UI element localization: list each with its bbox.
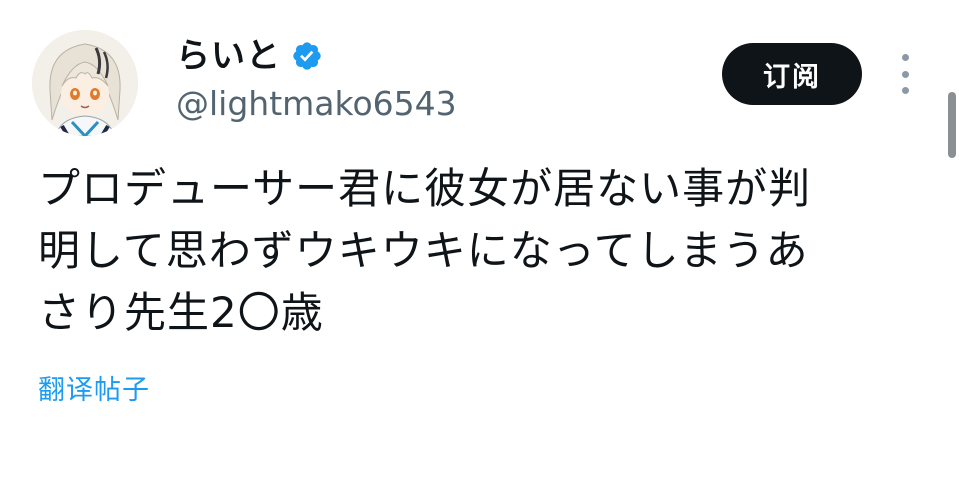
tweet-line: さり先生2〇歳	[38, 288, 324, 337]
subscribe-button[interactable]: 订阅	[722, 43, 862, 105]
anime-character-avatar-icon	[32, 30, 138, 136]
display-name[interactable]: らいと	[176, 32, 281, 80]
tweet-line: 明して思わずウキウキになってしまうあ	[38, 226, 809, 275]
more-dot	[901, 54, 909, 61]
tweet-line: プロデューサー君に彼女が居ない事が判	[38, 164, 812, 213]
translate-post-link[interactable]: 翻译帖子	[38, 372, 150, 410]
verified-badge-icon	[291, 40, 323, 72]
display-name-row[interactable]: らいと	[176, 32, 323, 80]
avatar[interactable]	[32, 30, 138, 136]
tweet-text: プロデューサー君に彼女が居ない事が判 明して思わずウキウキになってしまうあ さり…	[38, 158, 898, 344]
scrollbar-thumb[interactable]	[948, 92, 956, 158]
more-dot	[901, 87, 909, 94]
more-vertical-icon[interactable]	[895, 54, 915, 94]
more-dot	[901, 70, 909, 78]
user-handle[interactable]: @lightmako6543	[176, 82, 457, 126]
